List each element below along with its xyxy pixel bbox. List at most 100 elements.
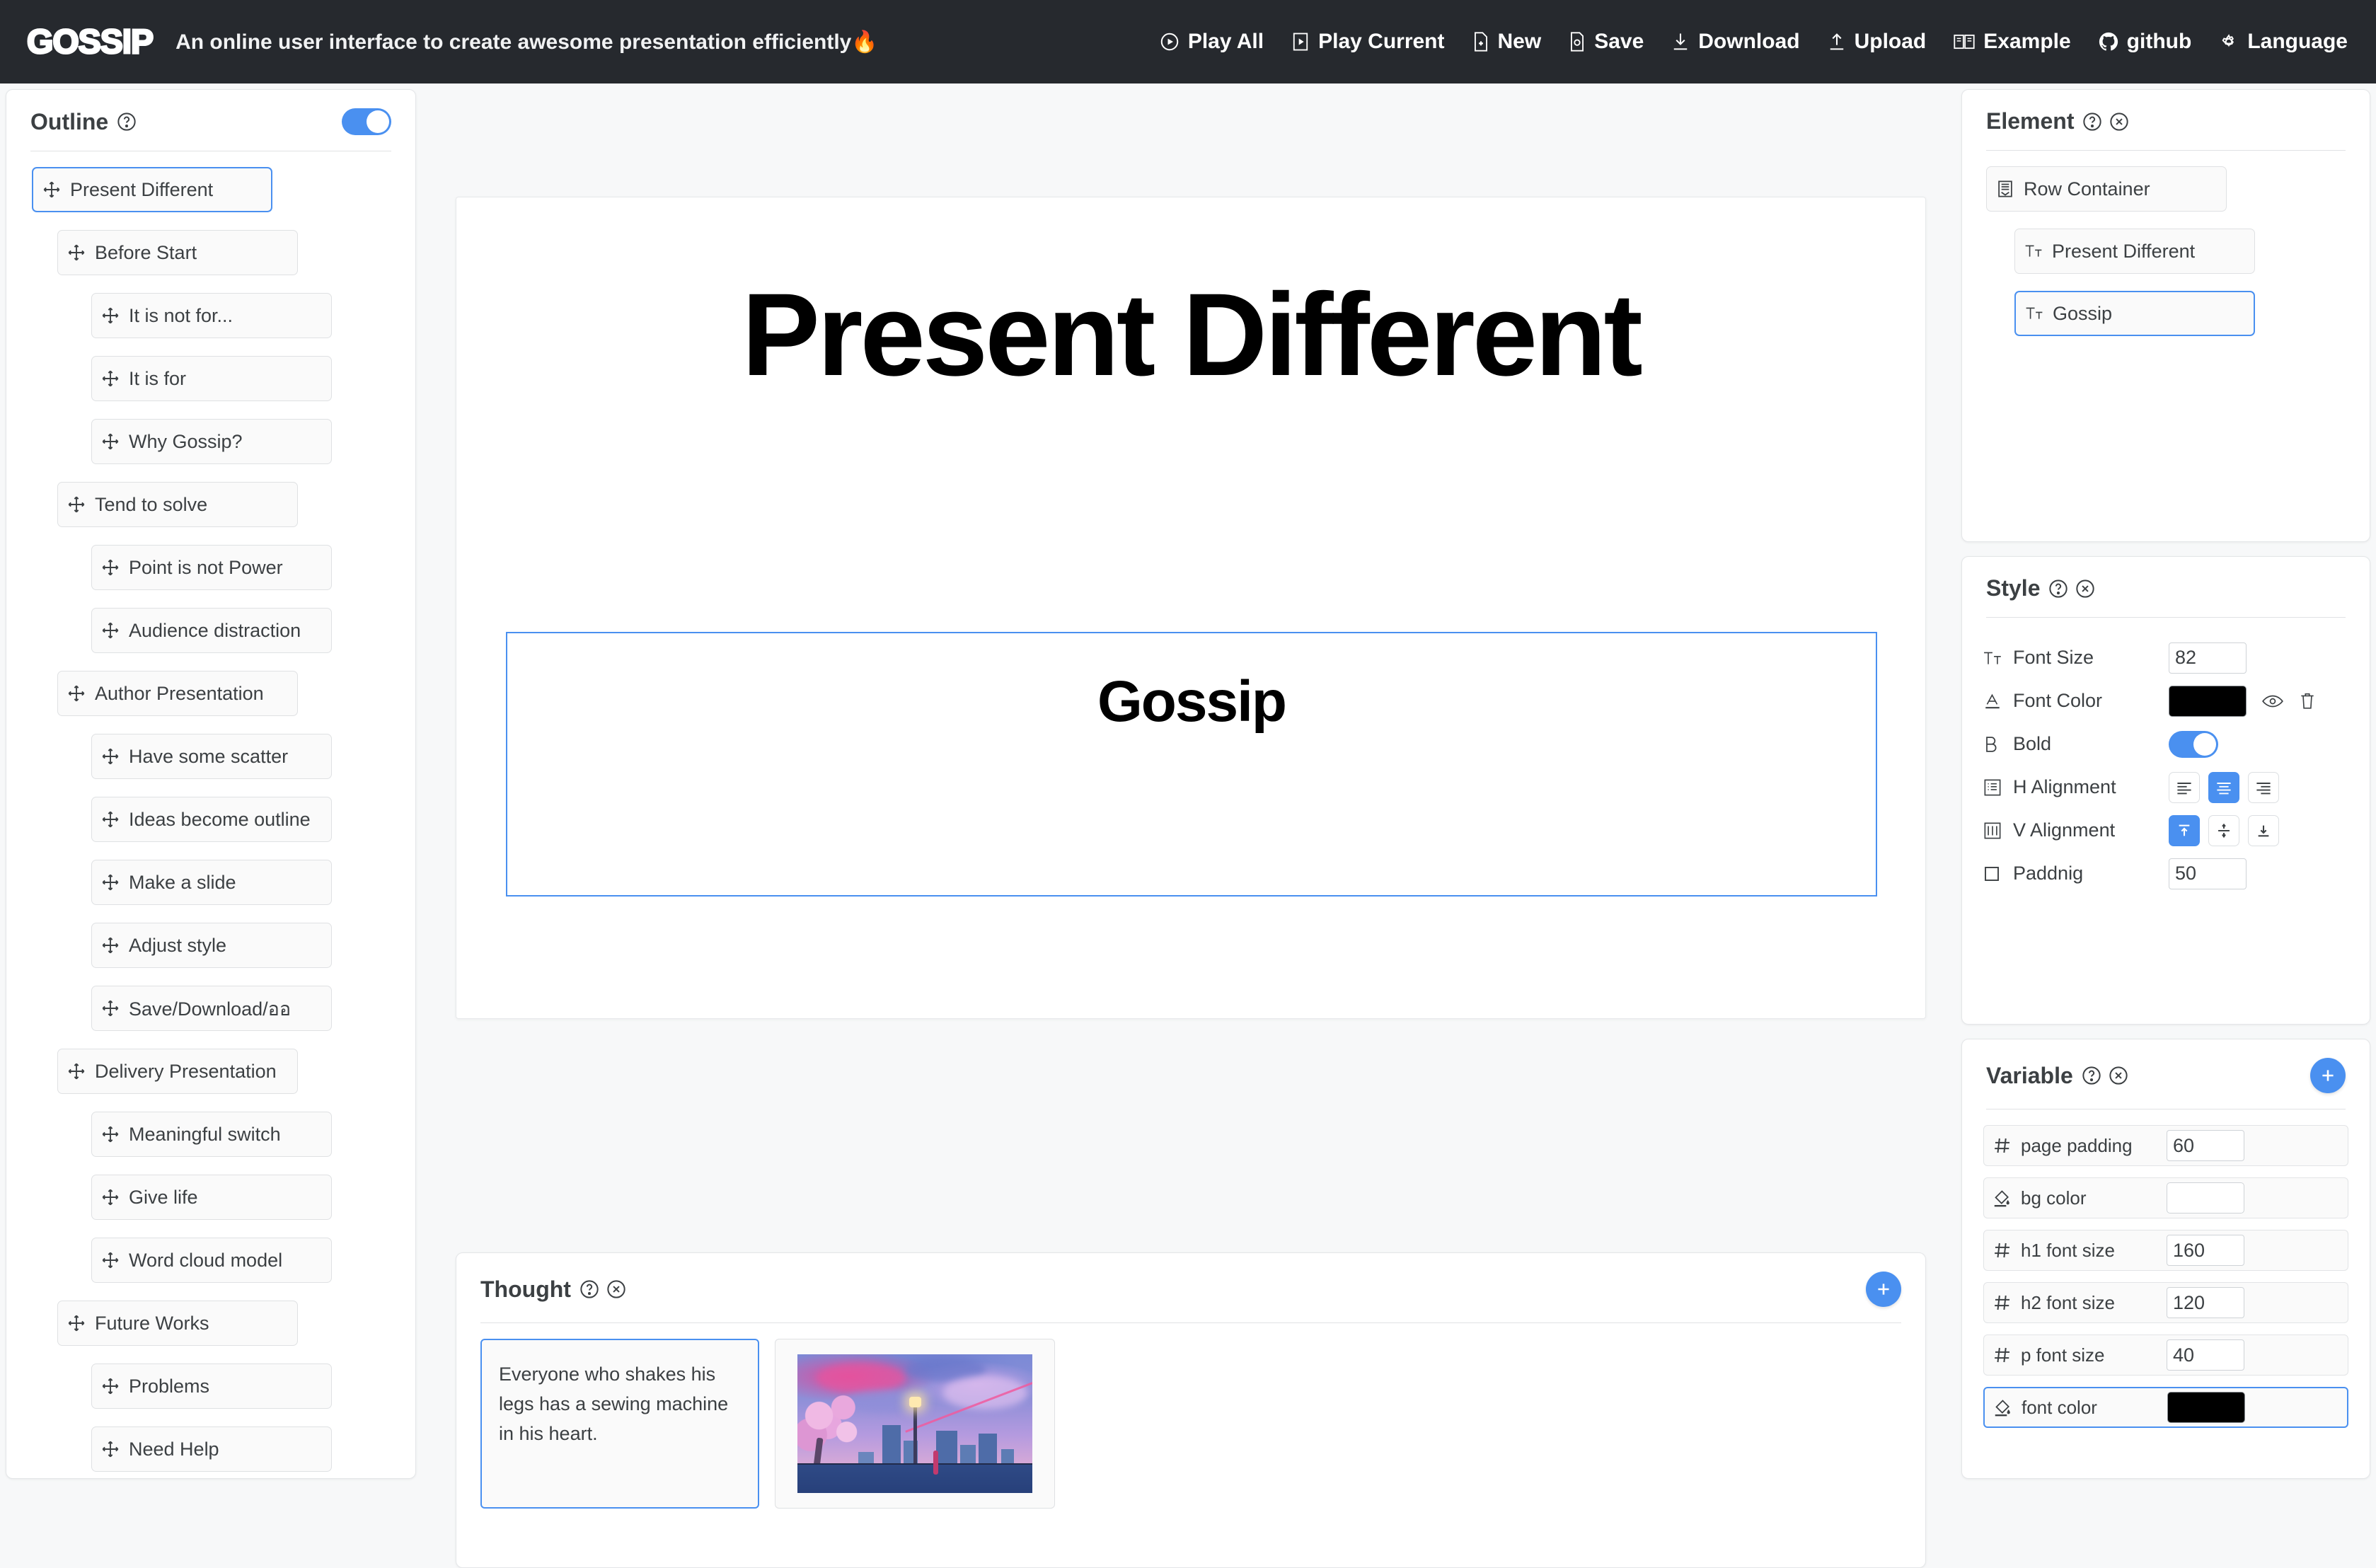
slide-heading[interactable]: Present Different bbox=[456, 277, 1925, 394]
move-handle-icon[interactable] bbox=[42, 180, 61, 199]
nav-language[interactable]: Language bbox=[2218, 30, 2348, 54]
move-handle[interactable] bbox=[58, 1314, 95, 1332]
bold-toggle[interactable] bbox=[2169, 731, 2218, 758]
align-left-button[interactable] bbox=[2169, 772, 2200, 803]
move-handle-icon[interactable] bbox=[67, 1314, 86, 1332]
outline-item[interactable]: Have some scatter bbox=[91, 734, 332, 779]
move-handle[interactable] bbox=[92, 621, 129, 640]
nav-github[interactable]: github bbox=[2098, 30, 2192, 54]
font-color-swatch[interactable] bbox=[2169, 686, 2247, 717]
font-size-input[interactable]: 82 bbox=[2169, 642, 2247, 674]
move-handle[interactable] bbox=[58, 684, 95, 703]
outline-item[interactable]: Need Help bbox=[91, 1426, 332, 1472]
slide-selected-element-box[interactable]: Gossip bbox=[506, 632, 1877, 897]
variable-color-swatch[interactable] bbox=[2167, 1182, 2244, 1214]
variable-value-input[interactable]: 60 bbox=[2167, 1130, 2244, 1161]
variable-row[interactable]: page padding60 bbox=[1983, 1125, 2348, 1166]
move-handle[interactable] bbox=[92, 810, 129, 829]
variable-row[interactable]: h2 font size120 bbox=[1983, 1282, 2348, 1323]
add-variable-button[interactable] bbox=[2310, 1058, 2346, 1093]
move-handle[interactable] bbox=[92, 369, 129, 388]
outline-item[interactable]: It is not for... bbox=[91, 293, 332, 338]
move-handle-icon[interactable] bbox=[67, 243, 86, 262]
move-handle-icon[interactable] bbox=[101, 1440, 120, 1458]
nav-new[interactable]: New bbox=[1472, 30, 1542, 54]
outline-item[interactable]: Future Works bbox=[57, 1301, 298, 1346]
outline-item[interactable]: Meaningful switch bbox=[91, 1112, 332, 1157]
move-handle[interactable] bbox=[58, 243, 95, 262]
outline-item[interactable]: Make a slide bbox=[91, 860, 332, 905]
align-right-button[interactable] bbox=[2248, 772, 2279, 803]
move-handle[interactable] bbox=[58, 495, 95, 514]
thought-text-card[interactable]: Everyone who shakes his legs has a sewin… bbox=[480, 1339, 759, 1509]
move-handle-icon[interactable] bbox=[101, 999, 120, 1018]
close-icon[interactable] bbox=[606, 1279, 626, 1299]
align-center-button[interactable] bbox=[2208, 772, 2239, 803]
move-handle-icon[interactable] bbox=[101, 558, 120, 577]
nav-save[interactable]: Save bbox=[1568, 30, 1644, 54]
move-handle[interactable] bbox=[92, 432, 129, 451]
move-handle[interactable] bbox=[92, 306, 129, 325]
move-handle-icon[interactable] bbox=[101, 810, 120, 829]
eye-icon[interactable] bbox=[2262, 693, 2283, 709]
variable-row[interactable]: bg color bbox=[1983, 1177, 2348, 1218]
nav-upload[interactable]: Upload bbox=[1827, 30, 1927, 54]
outline-item[interactable]: Tend to solve bbox=[57, 482, 298, 527]
move-handle[interactable] bbox=[92, 873, 129, 892]
thought-image-card[interactable] bbox=[775, 1339, 1055, 1509]
help-icon[interactable] bbox=[117, 112, 137, 132]
outline-item[interactable]: Audience distraction bbox=[91, 608, 332, 653]
nav-play-current[interactable]: Play Current bbox=[1291, 30, 1444, 54]
outline-item[interactable]: Save/Download/ออ bbox=[91, 986, 332, 1031]
nav-download[interactable]: Download bbox=[1671, 30, 1799, 54]
variable-value-input[interactable]: 120 bbox=[2167, 1287, 2244, 1318]
outline-toggle[interactable] bbox=[342, 108, 391, 135]
move-handle[interactable] bbox=[92, 1188, 129, 1206]
help-icon[interactable] bbox=[2048, 579, 2068, 599]
outline-item[interactable]: Give life bbox=[91, 1175, 332, 1220]
move-handle-icon[interactable] bbox=[67, 1062, 86, 1080]
outline-item[interactable]: Problems bbox=[91, 1364, 332, 1409]
close-icon[interactable] bbox=[2109, 112, 2129, 132]
outline-item[interactable]: Present Different bbox=[32, 167, 272, 212]
move-handle-icon[interactable] bbox=[101, 1377, 120, 1395]
variable-color-swatch[interactable] bbox=[2167, 1392, 2245, 1423]
move-handle[interactable] bbox=[92, 999, 129, 1018]
valign-top-button[interactable] bbox=[2169, 815, 2200, 846]
move-handle-icon[interactable] bbox=[101, 369, 120, 388]
outline-item[interactable]: Point is not Power bbox=[91, 545, 332, 590]
move-handle-icon[interactable] bbox=[67, 495, 86, 514]
outline-item[interactable]: Word cloud model bbox=[91, 1238, 332, 1283]
outline-item[interactable]: Author Presentation bbox=[57, 671, 298, 716]
help-icon[interactable] bbox=[2082, 112, 2102, 132]
move-handle-icon[interactable] bbox=[101, 873, 120, 892]
element-item[interactable]: Gossip bbox=[2014, 291, 2255, 336]
move-handle[interactable] bbox=[92, 1377, 129, 1395]
valign-middle-button[interactable] bbox=[2208, 815, 2239, 846]
move-handle[interactable] bbox=[92, 936, 129, 955]
move-handle-icon[interactable] bbox=[101, 306, 120, 325]
padding-input[interactable]: 50 bbox=[2169, 858, 2247, 889]
outline-item[interactable]: Delivery Presentation bbox=[57, 1049, 298, 1094]
move-handle-icon[interactable] bbox=[101, 747, 120, 766]
slide-canvas[interactable]: Present Different Gossip bbox=[456, 197, 1926, 1019]
move-handle[interactable] bbox=[33, 180, 70, 199]
move-handle-icon[interactable] bbox=[67, 684, 86, 703]
move-handle-icon[interactable] bbox=[101, 1125, 120, 1143]
move-handle[interactable] bbox=[92, 1125, 129, 1143]
move-handle[interactable] bbox=[92, 1440, 129, 1458]
move-handle[interactable] bbox=[92, 1251, 129, 1269]
move-handle-icon[interactable] bbox=[101, 1251, 120, 1269]
variable-row[interactable]: h1 font size160 bbox=[1983, 1230, 2348, 1271]
move-handle[interactable] bbox=[92, 747, 129, 766]
move-handle-icon[interactable] bbox=[101, 621, 120, 640]
outline-item[interactable]: Ideas become outline bbox=[91, 797, 332, 842]
move-handle[interactable] bbox=[92, 558, 129, 577]
move-handle-icon[interactable] bbox=[101, 1188, 120, 1206]
nav-example[interactable]: Example bbox=[1953, 30, 2070, 54]
trash-icon[interactable] bbox=[2299, 692, 2316, 710]
element-item[interactable]: Row Container bbox=[1986, 166, 2227, 212]
variable-row[interactable]: p font size40 bbox=[1983, 1334, 2348, 1376]
valign-bottom-button[interactable] bbox=[2248, 815, 2279, 846]
help-icon[interactable] bbox=[579, 1279, 599, 1299]
